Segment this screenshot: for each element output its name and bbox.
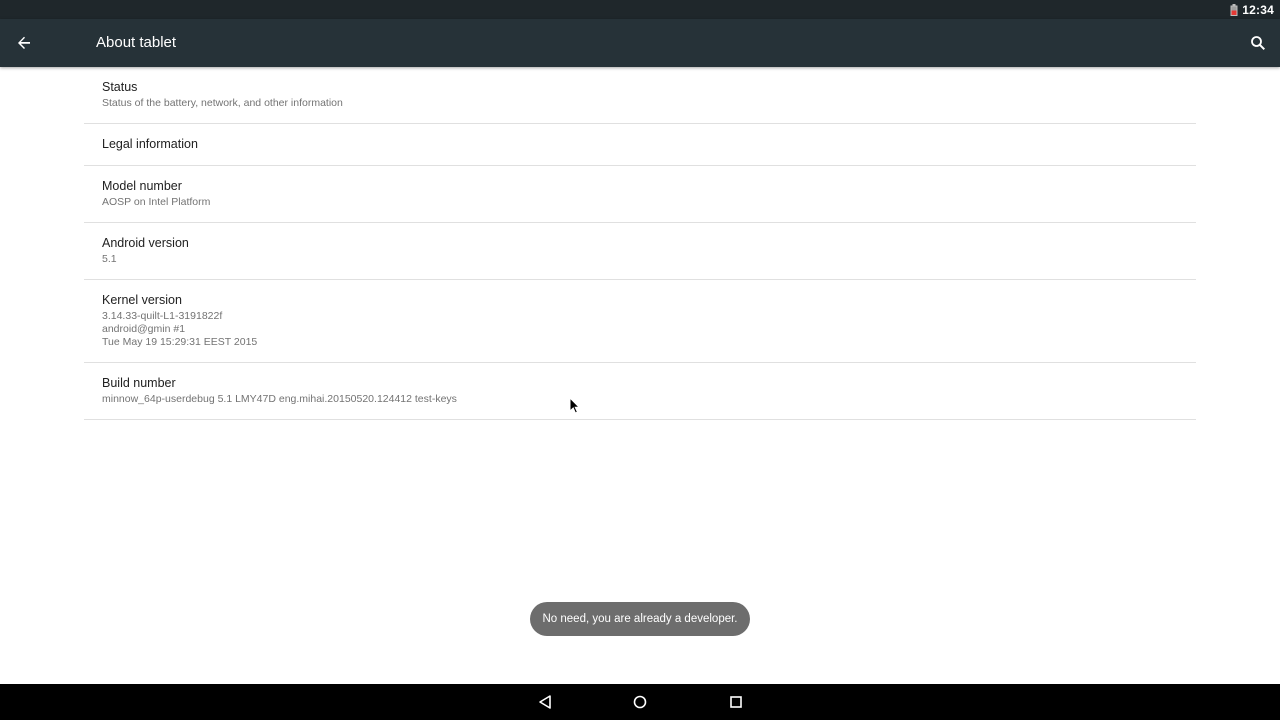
clock: 12:34 <box>1242 2 1274 17</box>
pref-build-number[interactable]: Build number minnow_64p-userdebug 5.1 LM… <box>84 363 1196 420</box>
navigation-bar <box>0 684 1280 720</box>
back-button[interactable] <box>8 27 40 59</box>
status-icons: 12:34 <box>1230 0 1274 19</box>
nav-back-icon <box>539 695 551 709</box>
status-bar: 12:34 <box>0 0 1280 19</box>
pref-title: Kernel version <box>102 293 182 307</box>
nav-recents-icon <box>730 696 742 708</box>
pref-android-version[interactable]: Android version 5.1 <box>84 223 1196 280</box>
pref-title: Android version <box>102 236 189 250</box>
nav-home-icon <box>633 695 647 709</box>
pref-summary: AOSP on Intel Platform <box>102 196 211 208</box>
nav-recents-button[interactable] <box>724 690 748 714</box>
app-bar: About tablet <box>0 19 1280 67</box>
pref-title: Build number <box>102 376 176 390</box>
pref-summary: 5.1 <box>102 253 117 265</box>
mouse-cursor-icon <box>569 397 581 414</box>
search-icon <box>1251 36 1266 51</box>
pref-title: Model number <box>102 179 182 193</box>
settings-list: Status Status of the battery, network, a… <box>84 67 1196 420</box>
pref-legal-information[interactable]: Legal information <box>84 124 1196 166</box>
pref-title: Legal information <box>102 137 198 151</box>
pref-title: Status <box>102 80 138 94</box>
search-button[interactable] <box>1242 27 1274 59</box>
toast: No need, you are already a developer. <box>530 602 750 636</box>
pref-summary: 3.14.33-quilt-L1-3191822f android@gmin #… <box>102 310 258 348</box>
pref-kernel-version[interactable]: Kernel version 3.14.33-quilt-L1-3191822f… <box>84 280 1196 363</box>
toast-message: No need, you are already a developer. <box>542 613 738 625</box>
pref-model-number[interactable]: Model number AOSP on Intel Platform <box>84 166 1196 223</box>
page-title: About tablet <box>96 34 177 51</box>
pref-summary: Status of the battery, network, and othe… <box>102 97 343 109</box>
nav-back-button[interactable] <box>533 690 557 714</box>
back-arrow-icon <box>18 36 30 49</box>
battery-icon <box>1230 3 1238 16</box>
nav-home-button[interactable] <box>628 690 652 714</box>
pref-summary: minnow_64p-userdebug 5.1 LMY47D eng.miha… <box>102 393 457 405</box>
pref-status[interactable]: Status Status of the battery, network, a… <box>84 67 1196 124</box>
